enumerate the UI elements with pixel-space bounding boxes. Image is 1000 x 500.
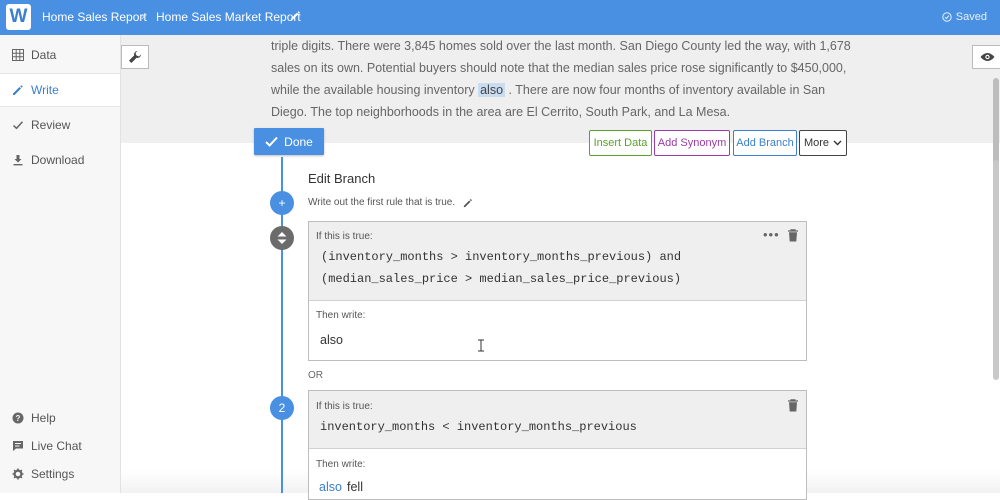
edit-title-icon[interactable]: [290, 10, 301, 21]
sidebar-item-label: Live Chat: [31, 439, 82, 453]
rule-output-link[interactable]: also: [319, 480, 342, 494]
rule-if-label: If this is true:: [316, 231, 373, 242]
rule-card[interactable]: If this is true: ••• (inventory_months >…: [308, 221, 807, 361]
drag-handle-icon: [277, 232, 287, 244]
breadcrumb-separator: ›: [141, 9, 145, 23]
pencil-icon[interactable]: [463, 198, 473, 208]
sidebar-item-label: Settings: [31, 467, 75, 481]
branch-hint: Write out the first rule that is true.: [308, 197, 473, 208]
rule-card[interactable]: If this is true: inventory_months < inve…: [308, 390, 807, 500]
rule-condition-line: (median_sales_price > median_sales_price…: [321, 272, 682, 286]
gear-icon: [11, 468, 24, 481]
add-synonym-button[interactable]: Add Synonym: [654, 130, 730, 156]
done-button-label: Done: [284, 134, 313, 149]
chat-icon: [11, 440, 24, 453]
more-dropdown-label: More: [803, 137, 830, 149]
branch-hint-text: Write out the first rule that is true.: [308, 197, 456, 208]
plus-icon: +: [278, 196, 286, 210]
rule-output[interactable]: fell: [347, 480, 363, 494]
more-options-icon[interactable]: •••: [763, 227, 780, 242]
trash-icon[interactable]: [787, 399, 799, 412]
text-cursor-icon: [478, 339, 484, 352]
rule-condition[interactable]: If this is true: inventory_months < inve…: [309, 391, 806, 449]
check-icon: [265, 136, 278, 147]
rule-if-label: If this is true:: [316, 401, 373, 412]
check-icon: [11, 119, 24, 132]
sidebar-item-download[interactable]: Download: [0, 143, 120, 177]
rule-condition-line: inventory_months < inventory_months_prev…: [320, 420, 637, 434]
rule-condition[interactable]: If this is true: ••• (inventory_months >…: [309, 222, 806, 301]
sidebar-item-label: Help: [31, 411, 56, 425]
save-status: Saved: [942, 11, 987, 23]
trash-icon[interactable]: [787, 229, 799, 242]
sidebar-item-data[interactable]: Data: [0, 38, 120, 72]
insert-data-button[interactable]: Insert Data: [589, 130, 652, 156]
selected-word[interactable]: also: [478, 83, 506, 97]
rule-then-label: Then write:: [316, 310, 366, 321]
editor-scrollbar[interactable]: [993, 160, 999, 380]
sidebar-item-label: Review: [31, 118, 71, 132]
breadcrumb-root[interactable]: Home Sales Report: [42, 10, 147, 24]
rule-then-label: Then write:: [316, 459, 366, 470]
preview-paragraph[interactable]: triple digits. There were 3,845 homes so…: [271, 35, 851, 123]
rule-number-badge: 2: [270, 396, 294, 420]
chevron-down-icon: [833, 140, 842, 146]
download-icon: [11, 154, 24, 167]
eye-icon: [980, 53, 994, 61]
report-preview: triple digits. There were 3,845 homes so…: [121, 35, 1000, 143]
wrench-icon: [129, 50, 142, 63]
sidebar-item-review[interactable]: Review: [0, 108, 120, 142]
sidebar-item-write[interactable]: Write: [0, 73, 120, 107]
app-logo[interactable]: W: [6, 4, 31, 30]
grid-icon: [11, 49, 24, 62]
or-separator: OR: [308, 370, 323, 381]
rule-condition-line: (inventory_months > inventory_months_pre…: [321, 250, 682, 264]
add-rule-button[interactable]: +: [270, 191, 294, 215]
pencil-icon: [11, 84, 24, 97]
add-branch-button[interactable]: Add Branch: [733, 130, 797, 156]
save-status-label: Saved: [955, 11, 987, 23]
sidebar-item-label: Data: [31, 48, 57, 62]
preview-toggle-button[interactable]: [972, 45, 1000, 69]
breadcrumb-current: Home Sales Market Report: [156, 10, 301, 24]
more-dropdown[interactable]: More: [799, 130, 847, 156]
check-circle-icon: [942, 12, 952, 22]
edit-branch-title: Edit Branch: [308, 171, 376, 186]
sidebar: Data Write Review Download ? Help Live C…: [0, 35, 121, 493]
rule-output[interactable]: also: [320, 333, 343, 347]
sidebar-item-settings[interactable]: Settings: [0, 457, 120, 491]
sidebar-item-label: Download: [31, 153, 85, 167]
wrench-button[interactable]: [121, 45, 149, 69]
help-icon: ?: [11, 412, 24, 425]
done-button[interactable]: Done: [254, 128, 324, 155]
top-bar: W Home Sales Report › Home Sales Market …: [0, 0, 1000, 35]
sidebar-item-label: Write: [31, 83, 59, 97]
svg-text:?: ?: [15, 414, 20, 423]
reorder-handle[interactable]: [270, 226, 294, 250]
